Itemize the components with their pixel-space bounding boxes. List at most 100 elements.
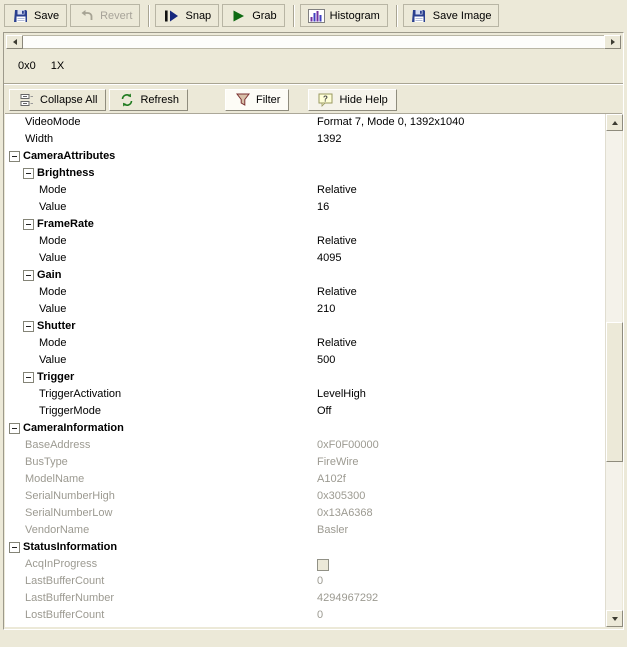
- property-value-cell[interactable]: 0: [311, 573, 605, 590]
- property-row-SerialNumberHigh[interactable]: SerialNumberHigh 0x305300: [5, 488, 605, 505]
- scroll-down-button[interactable]: [606, 610, 623, 627]
- property-row-Width[interactable]: Width 1392: [5, 131, 605, 148]
- property-row-Mode[interactable]: Mode Relative: [5, 335, 605, 352]
- property-value-cell[interactable]: 0xF0F00000: [311, 437, 605, 454]
- group-row-Gain[interactable]: Gain: [5, 267, 605, 284]
- property-row-Value[interactable]: Value 210: [5, 301, 605, 318]
- collapse-minus-icon[interactable]: [23, 321, 34, 332]
- snap-button[interactable]: Snap: [155, 4, 220, 27]
- group-row-CameraInformation[interactable]: CameraInformation: [5, 420, 605, 437]
- property-value-cell[interactable]: Relative: [311, 335, 605, 352]
- property-name-cell: Mode: [5, 284, 311, 301]
- collapse-minus-icon[interactable]: [23, 219, 34, 230]
- property-row-LastBufferCount[interactable]: LastBufferCount 0: [5, 573, 605, 590]
- property-name-cell: Width: [5, 131, 311, 148]
- property-row-Value[interactable]: Value 4095: [5, 250, 605, 267]
- property-value-cell[interactable]: 0x13A6368: [311, 505, 605, 522]
- group-row-Shutter[interactable]: Shutter: [5, 318, 605, 335]
- collapse-minus-icon[interactable]: [23, 270, 34, 281]
- property-value-cell[interactable]: 500: [311, 352, 605, 369]
- group-row-CameraAttributes[interactable]: CameraAttributes: [5, 148, 605, 165]
- property-row-LostBufferCount[interactable]: LostBufferCount 0: [5, 607, 605, 624]
- property-row-ModelName[interactable]: ModelName A102f: [5, 471, 605, 488]
- property-row-BusType[interactable]: BusType FireWire: [5, 454, 605, 471]
- grab-play-icon: [230, 8, 247, 23]
- property-row-TriggerActivation[interactable]: TriggerActivation LevelHigh: [5, 386, 605, 403]
- property-row-Mode[interactable]: Mode Relative: [5, 182, 605, 199]
- property-value-cell: [311, 165, 605, 182]
- property-value-cell[interactable]: 1392: [311, 131, 605, 148]
- collapse-all-button[interactable]: Collapse All: [9, 88, 107, 111]
- grab-button-label: Grab: [252, 9, 277, 22]
- collapse-minus-icon[interactable]: [23, 168, 34, 179]
- property-value-cell[interactable]: 0: [311, 607, 605, 624]
- group-row-Trigger[interactable]: Trigger: [5, 369, 605, 386]
- floppy-disk-icon: [12, 8, 29, 23]
- property-row-LastBufferNumber[interactable]: LastBufferNumber 4294967292: [5, 590, 605, 607]
- property-value-cell[interactable]: Basler: [311, 522, 605, 539]
- property-value-cell: [311, 267, 605, 284]
- property-value-cell[interactable]: 4095: [311, 250, 605, 267]
- property-value-cell[interactable]: 16: [311, 199, 605, 216]
- scroll-left-button[interactable]: [6, 35, 23, 49]
- scroll-right-button[interactable]: [604, 35, 621, 49]
- property-name-label: Mode: [39, 235, 67, 247]
- property-value-cell[interactable]: Off: [311, 403, 605, 420]
- property-value-cell[interactable]: A102f: [311, 471, 605, 488]
- grab-button[interactable]: Grab: [222, 4, 285, 27]
- vertical-scrollbar[interactable]: [605, 114, 623, 627]
- refresh-button[interactable]: Refresh: [109, 88, 189, 111]
- property-value-cell[interactable]: 0x305300: [311, 488, 605, 505]
- collapse-minus-icon[interactable]: [9, 423, 20, 434]
- save-button[interactable]: Save: [4, 4, 68, 27]
- property-value-cell[interactable]: LevelHigh: [311, 386, 605, 403]
- property-row-Value[interactable]: Value 500: [5, 352, 605, 369]
- property-value-cell[interactable]: 4294967292: [311, 590, 605, 607]
- collapse-minus-icon[interactable]: [9, 151, 20, 162]
- property-name-label: VendorName: [25, 524, 90, 536]
- acq-in-progress-checkbox[interactable]: [317, 558, 329, 571]
- property-row-TriggerMode[interactable]: TriggerMode Off: [5, 403, 605, 420]
- property-row-SerialNumberLow[interactable]: SerialNumberLow 0x13A6368: [5, 505, 605, 522]
- image-status: 0x0 1X: [18, 60, 64, 72]
- property-value-cell: [311, 318, 605, 335]
- toolbar-separator: [148, 4, 151, 27]
- property-row-BaseAddress[interactable]: BaseAddress 0xF0F00000: [5, 437, 605, 454]
- refresh-icon: [118, 92, 135, 107]
- filter-button[interactable]: Filter: [225, 88, 290, 111]
- collapse-all-icon: [18, 92, 35, 107]
- property-value-cell[interactable]: [311, 556, 605, 573]
- property-row-Value[interactable]: Value 16: [5, 199, 605, 216]
- scrollbar-thumb[interactable]: [606, 322, 623, 462]
- hide-help-button[interactable]: ? Hide Help: [308, 88, 397, 111]
- property-row-AcqInProgress[interactable]: AcqInProgress: [5, 556, 605, 573]
- property-value-cell[interactable]: Relative: [311, 182, 605, 199]
- snap-button-label: Snap: [185, 9, 212, 22]
- group-row-Brightness[interactable]: Brightness: [5, 165, 605, 182]
- property-row-Mode[interactable]: Mode Relative: [5, 284, 605, 301]
- property-name-cell: BusType: [5, 454, 311, 471]
- property-row-VideoMode[interactable]: VideoMode Format 7, Mode 0, 1392x1040: [5, 114, 605, 131]
- group-row-StatusInformation[interactable]: StatusInformation: [5, 539, 605, 556]
- right-arrow-icon: [610, 39, 615, 45]
- histogram-button[interactable]: Histogram: [299, 4, 388, 27]
- property-value-cell[interactable]: FireWire: [311, 454, 605, 471]
- group-row-FrameRate[interactable]: FrameRate: [5, 216, 605, 233]
- property-value-cell[interactable]: Relative: [311, 284, 605, 301]
- image-scroll-track[interactable]: [23, 35, 604, 49]
- property-name-cell: CameraAttributes: [5, 148, 311, 165]
- revert-button[interactable]: Revert: [70, 4, 141, 27]
- save-image-button[interactable]: Save Image: [402, 4, 500, 27]
- revert-button-label: Revert: [100, 9, 133, 22]
- property-name-label: Trigger: [37, 371, 75, 383]
- collapse-minus-icon[interactable]: [23, 372, 34, 383]
- property-value-cell[interactable]: Relative: [311, 233, 605, 250]
- property-row-VendorName[interactable]: VendorName Basler: [5, 522, 605, 539]
- filter-label: Filter: [256, 93, 281, 106]
- property-value-cell[interactable]: Format 7, Mode 0, 1392x1040: [311, 114, 605, 131]
- histogram-chart-icon: [307, 8, 325, 23]
- scroll-up-button[interactable]: [606, 114, 623, 131]
- property-value-cell[interactable]: 210: [311, 301, 605, 318]
- property-row-Mode[interactable]: Mode Relative: [5, 233, 605, 250]
- collapse-minus-icon[interactable]: [9, 542, 20, 553]
